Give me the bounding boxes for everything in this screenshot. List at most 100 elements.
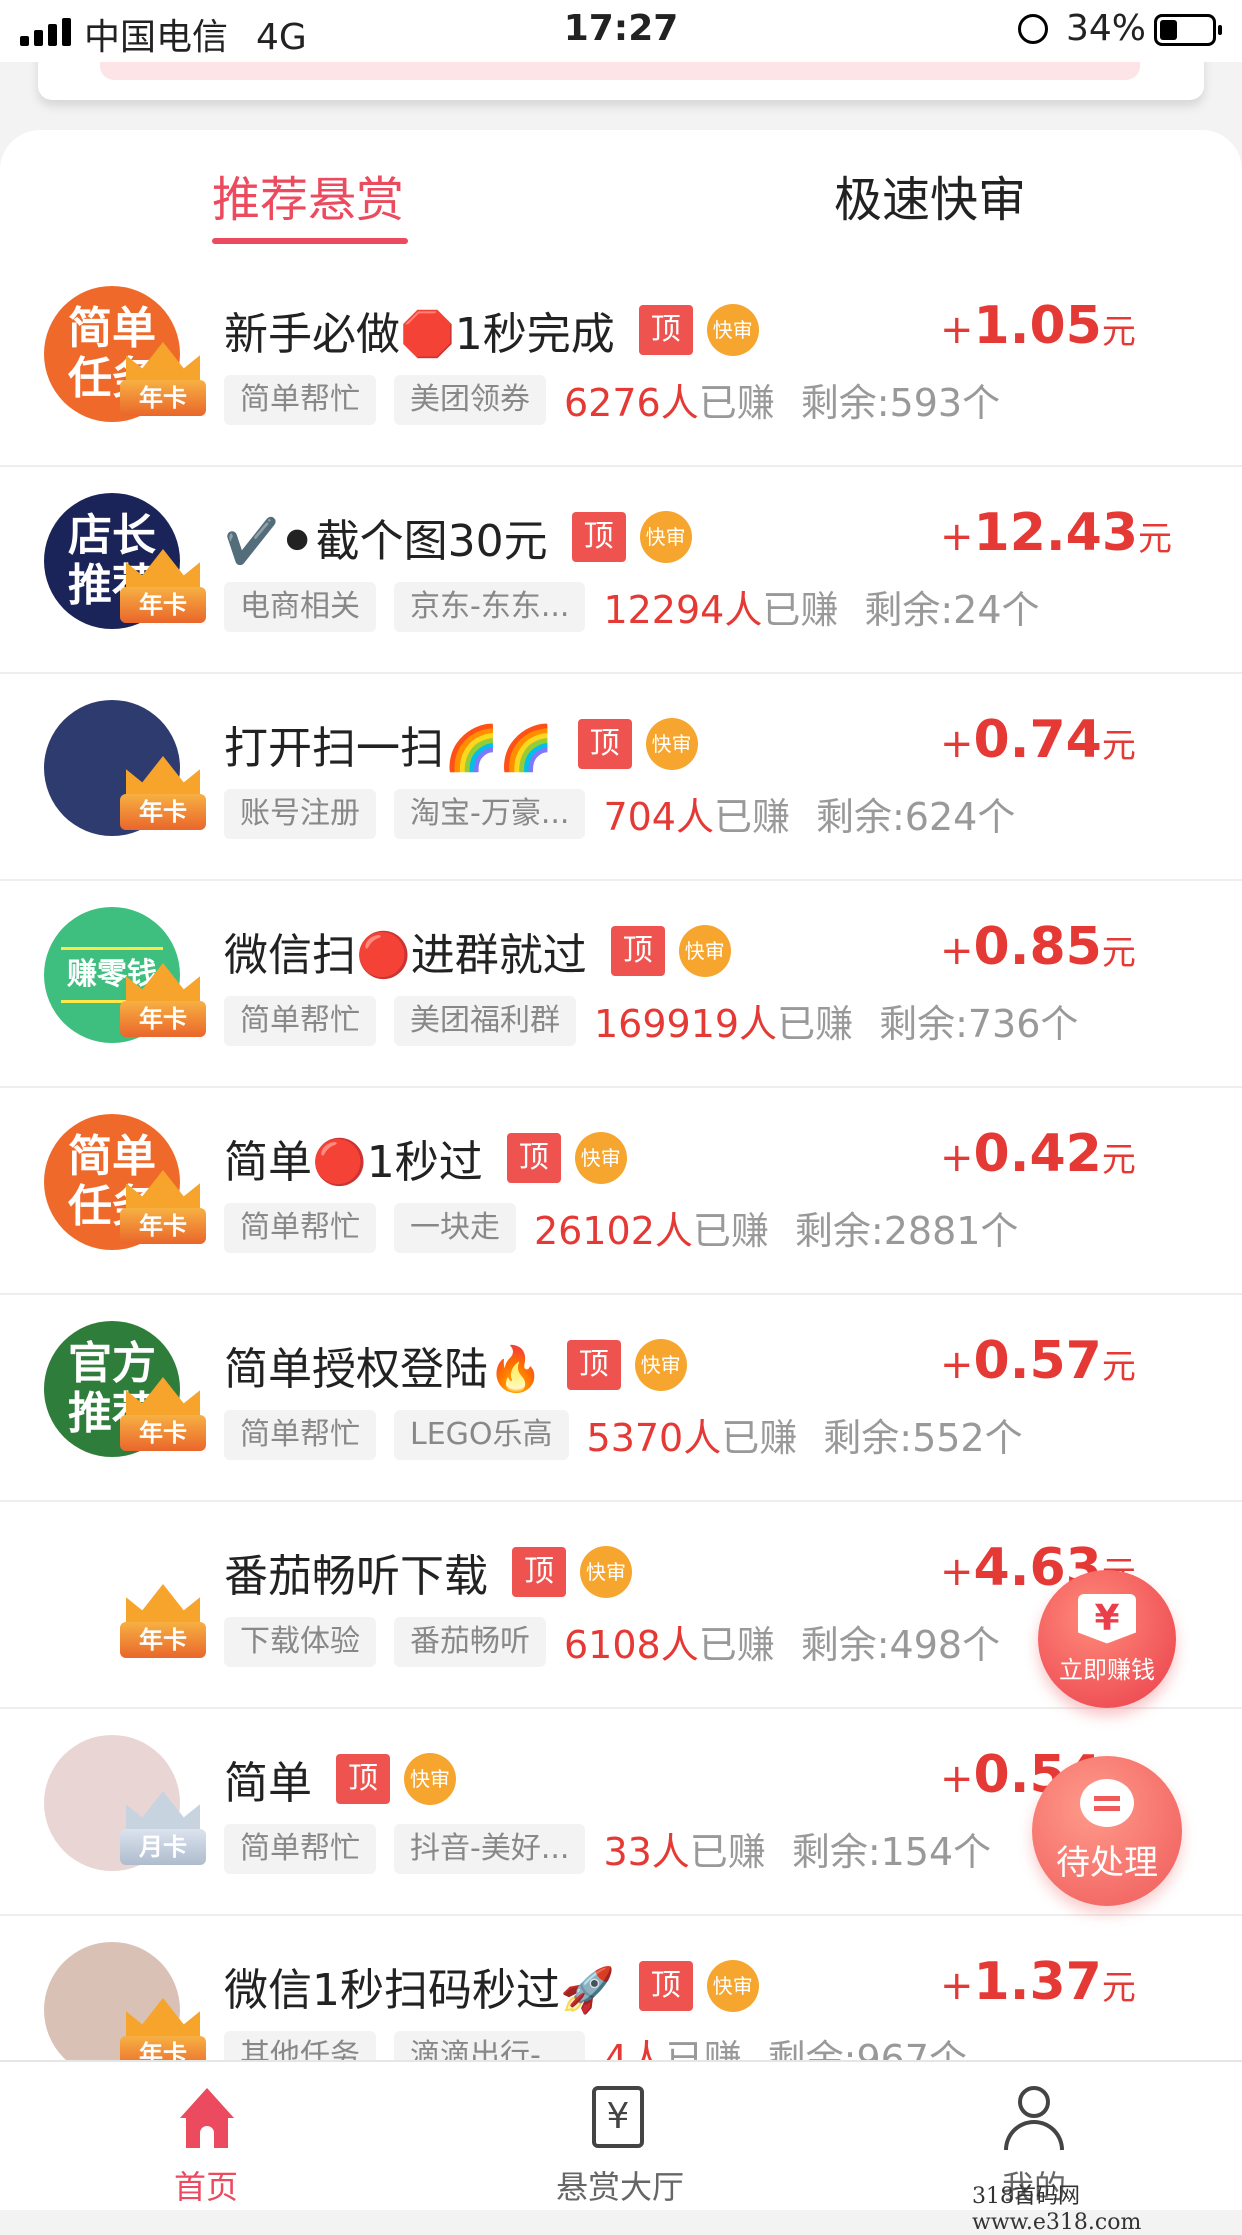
crown-badge: 年卡 (120, 1377, 206, 1453)
top-badge: 顶 (610, 926, 665, 976)
task-meta: 电商相关 京东-东东... 12294人已赚 剩余:24个 (224, 579, 1040, 634)
earned-stat: 33人已赚 (603, 1821, 765, 1876)
yen-icon: ¥ (1078, 1593, 1136, 1644)
chat-icon (1080, 1778, 1134, 1827)
reward-unit: 元 (1101, 933, 1136, 973)
reward-sign: + (940, 1549, 974, 1595)
earned-stat: 6108人已赚 (564, 1614, 775, 1669)
pending-label: 待处理 (1056, 1842, 1158, 1883)
task-title-line: 简单🔴1秒过顶快审 (224, 1126, 627, 1190)
task-row[interactable]: 简单任务 年卡 简单🔴1秒过顶快审 +0.42元 简单帮忙 一块走 26102人已赚 剩余:2… (0, 1088, 1242, 1295)
reward-sign: + (940, 307, 974, 353)
reward-amount: 0.57 (973, 1331, 1102, 1391)
task-title: 新手必做🛑1秒完成 (224, 309, 615, 360)
category-tag: 简单帮忙 (224, 1823, 376, 1874)
task-row[interactable]: 简单任务 年卡 新手必做🛑1秒完成顶快审 +1.05元 简单帮忙 美团领券 6276人已赚剩… (0, 260, 1242, 467)
category-tag: 简单帮忙 (224, 995, 376, 1046)
task-meta: 简单帮忙 美团领券 6276人已赚 剩余:593个 (224, 372, 1000, 427)
task-row[interactable]: 赚零钱 年卡 微信扫🔴进群就过顶快审 +0.85元 简单帮忙 美团福利群 169919人已赚… (0, 881, 1242, 1088)
earned-stat: 26102人已赚 (534, 1200, 769, 1255)
home-icon (180, 2088, 234, 2148)
top-badge: 顶 (506, 1133, 561, 1183)
earned-stat: 169919人已赚 (594, 993, 853, 1048)
merchant-tag: 抖音-美好... (394, 1823, 586, 1874)
reward-sign: + (940, 1756, 974, 1802)
fast-review-badge: 快审 (678, 925, 731, 977)
orientation-lock-icon (1018, 14, 1048, 44)
remaining-count: 剩余:2881个 (794, 1209, 1019, 1253)
category-tag: 简单帮忙 (224, 374, 376, 425)
reward-sign: + (940, 1963, 974, 2009)
earned-label: 已赚 (689, 1830, 766, 1874)
task-meta: 下载体验 番茄畅听 6108人已赚 剩余:498个 (224, 1614, 1000, 1669)
task-row[interactable]: 官方推荐 年卡 简单授权登陆🔥 顶快审 +0.57元 简单帮忙 LEGO乐高 5370人已赚剩… (0, 1295, 1242, 1502)
earned-label: 已赚 (698, 381, 775, 425)
crown-badge: 年卡 (120, 963, 206, 1039)
task-reward: +0.57元 (940, 1331, 1136, 1391)
task-meta: 账号注册 淘宝-万豪... 704人已赚 剩余:624个 (224, 786, 1015, 841)
category-tag: 电商相关 (224, 581, 376, 632)
membership-label: 年卡 (120, 380, 206, 416)
task-row[interactable]: 店长推荐 年卡 ✔️⚫截个图30元顶快审 +12.43元 电商相关 京东-东东... 122… (0, 467, 1242, 674)
task-reward: +1.37元 (940, 1952, 1136, 2012)
tab-underline (212, 238, 408, 244)
fast-review-badge: 快审 (706, 304, 759, 356)
reward-sign: + (940, 928, 974, 974)
category-tag: 简单帮忙 (224, 1409, 376, 1460)
task-panel: 推荐悬赏 极速快审 简单任务 年卡 新手必做🛑1秒完成顶快审 +1.05元 简单帮忙 美团… (0, 130, 1242, 2123)
crown-badge: 年卡 (120, 756, 206, 832)
task-title-line: 微信1秒扫码秒过🚀 顶快审 (224, 1954, 759, 2018)
merchant-tag: LEGO乐高 (394, 1409, 569, 1460)
reward-sign: + (940, 1135, 974, 1181)
remaining-count: 剩余:624个 (815, 795, 1016, 839)
crown-badge: 月卡 (120, 1791, 206, 1867)
task-reward: +0.42元 (940, 1124, 1136, 1184)
membership-label: 年卡 (120, 587, 206, 623)
remaining-count: 剩余:593个 (800, 381, 1001, 425)
membership-label: 年卡 (120, 1208, 206, 1244)
membership-label: 年卡 (120, 1622, 206, 1658)
task-title: 微信扫🔴进群就过 (224, 930, 587, 981)
earn-now-button[interactable]: ¥ 立即赚钱 (1038, 1570, 1176, 1708)
task-reward: +0.74元 (940, 710, 1136, 770)
nav-home-label: 首页 (173, 2168, 238, 2206)
task-title: ✔️⚫截个图30元 (224, 516, 548, 567)
tab-recommended[interactable]: 推荐悬赏 (212, 160, 404, 230)
task-title: 微信1秒扫码秒过🚀 (224, 1965, 615, 2016)
top-badge: 顶 (571, 512, 626, 562)
task-title-line: 新手必做🛑1秒完成顶快审 (224, 298, 759, 362)
merchant-tag: 京东-东东... (394, 581, 586, 632)
earned-label: 已赚 (777, 1002, 854, 1046)
merchant-tag: 淘宝-万豪... (394, 788, 586, 839)
reward-sign: + (940, 721, 974, 767)
crown-badge: 年卡 (120, 342, 206, 418)
earn-now-label: 立即赚钱 (1059, 1655, 1155, 1684)
crown-badge: 年卡 (120, 1170, 206, 1246)
tab-fast-review[interactable]: 极速快审 (834, 160, 1026, 230)
fast-review-badge: 快审 (634, 1339, 687, 1391)
task-row[interactable]: 年卡 打开扫一扫🌈🌈 顶快审 +0.74元账号注册 淘宝-万豪... 704人已赚 剩余:6… (0, 674, 1242, 881)
top-badge: 顶 (566, 1340, 621, 1390)
reward-unit: 元 (1101, 1347, 1136, 1387)
task-title-line: 打开扫一扫🌈🌈 顶快审 (224, 712, 698, 776)
category-tag: 账号注册 (224, 788, 376, 839)
merchant-tag: 番茄畅听 (394, 1616, 546, 1667)
fast-review-badge: 快审 (706, 1960, 759, 2012)
pending-button[interactable]: 待处理 (1032, 1756, 1182, 1906)
top-badge: 顶 (638, 305, 693, 355)
task-title: 番茄畅听下载 (224, 1551, 488, 1602)
remaining-count: 剩余:736个 (879, 1002, 1079, 1046)
status-bar: 中国电信 4G 17:27 34% (0, 0, 1242, 62)
remaining-count: 剩余:498个 (800, 1623, 1001, 1667)
reward-amount: 0.42 (973, 1124, 1102, 1184)
hall-icon: ¥ (592, 2086, 644, 2148)
task-title: 打开扫一扫🌈🌈 (224, 723, 554, 774)
top-badge: 顶 (336, 1754, 390, 1804)
earned-count: 6108人 (564, 1623, 699, 1667)
earned-count: 5370人 (586, 1416, 722, 1460)
fast-review-badge: 快审 (574, 1132, 627, 1184)
reward-amount: 12.43 (973, 503, 1138, 563)
task-title: 简单🔴1秒过 (224, 1137, 483, 1188)
category-tag: 简单帮忙 (224, 1202, 376, 1253)
earned-label: 已赚 (698, 1623, 775, 1667)
